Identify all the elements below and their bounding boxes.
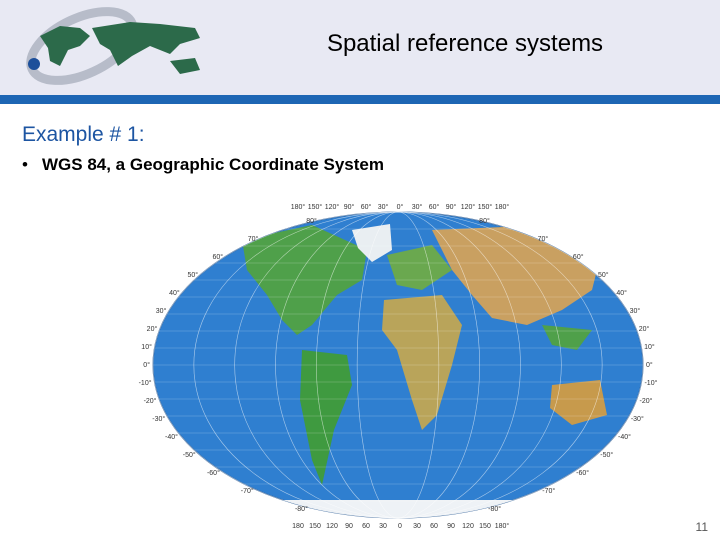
- slide-subtitle: Example # 1:: [22, 123, 145, 146]
- latitude-label: -30°: [631, 415, 644, 423]
- latitude-label: 20°: [147, 325, 158, 333]
- longitude-label: 150°: [308, 203, 323, 211]
- world-map: 180° 150° 120° 90° 60° 30° 0° 30° 60° 90° 120° 150°…: [139, 203, 658, 530]
- latitude-label: -20°: [144, 397, 157, 405]
- longitude-label: 0: [398, 523, 402, 530]
- latitude-label: -60°: [576, 469, 589, 477]
- latitude-label: 60°: [212, 253, 223, 261]
- top-longitude-labels: 180° 150° 120° 90° 60° 30° 0° 30° 60° 90° 120° 150°…: [291, 203, 510, 211]
- latitude-label: -10°: [139, 379, 152, 387]
- latitude-label: -10°: [644, 379, 657, 387]
- longitude-label: 150°: [478, 203, 493, 211]
- header-divider-bar: [0, 95, 720, 104]
- bullet-text: WGS 84, a Geographic Coordinate System: [42, 155, 384, 174]
- longitude-label: 180: [292, 523, 304, 530]
- latitude-label: -80°: [295, 505, 308, 513]
- latitude-label: 0°: [646, 361, 653, 369]
- latitude-label: -70°: [542, 487, 555, 495]
- globe-logo: [26, 7, 200, 85]
- latitude-label: 0°: [143, 361, 150, 369]
- longitude-label: 30°: [412, 203, 423, 211]
- latitude-label: -40°: [618, 433, 631, 441]
- longitude-label: 180°: [291, 203, 306, 211]
- antarctica: [182, 500, 612, 518]
- longitude-label: 90: [345, 523, 353, 530]
- latitude-label: 50°: [187, 271, 198, 279]
- longitude-label: 120°: [325, 203, 340, 211]
- longitude-label: 120: [462, 523, 474, 530]
- longitude-label: 180°: [495, 522, 510, 530]
- longitude-label: 60°: [429, 203, 440, 211]
- latitude-label: 10°: [644, 343, 655, 351]
- latitude-label: 80°: [306, 217, 317, 225]
- latitude-label: -20°: [640, 397, 653, 405]
- longitude-label: 60°: [361, 203, 372, 211]
- latitude-label: -70°: [241, 487, 254, 495]
- bullet-dot: •: [22, 155, 28, 174]
- latitude-label: -60°: [207, 469, 220, 477]
- latitude-label: 50°: [598, 271, 609, 279]
- longitude-label: 90: [447, 523, 455, 530]
- latitude-label: 20°: [639, 325, 650, 333]
- longitude-label: 60: [362, 523, 370, 530]
- latitude-label: -40°: [165, 433, 178, 441]
- latitude-label: -80°: [488, 505, 501, 513]
- latitude-label: 30°: [630, 307, 641, 315]
- slide-title: Spatial reference systems: [326, 30, 604, 57]
- longitude-label: 90°: [446, 203, 457, 211]
- longitude-label: 60: [430, 523, 438, 530]
- longitude-label: 150: [479, 523, 491, 530]
- latitude-label: -50°: [183, 451, 196, 459]
- longitude-label: 0°: [397, 203, 404, 211]
- latitude-label: 40°: [169, 289, 180, 297]
- latitude-label: 60°: [573, 253, 584, 261]
- bottom-longitude-labels: 180 150 120 90 60 30 0 30 60 90 120 150 180°: [292, 522, 509, 530]
- latitude-label: 70°: [538, 235, 549, 243]
- latitude-label: 70°: [248, 235, 259, 243]
- latitude-label: -50°: [600, 451, 613, 459]
- latitude-label: 10°: [141, 343, 152, 351]
- longitude-label: 30: [413, 523, 421, 530]
- longitude-label: 30: [379, 523, 387, 530]
- bullet-item: • WGS 84, a Geographic Coordinate System: [22, 155, 384, 175]
- longitude-label: 30°: [378, 203, 389, 211]
- longitude-label: 150: [309, 523, 321, 530]
- longitude-label: 120°: [461, 203, 476, 211]
- latitude-label: 30°: [156, 307, 167, 315]
- longitude-label: 120: [326, 523, 338, 530]
- longitude-label: 90°: [344, 203, 355, 211]
- longitude-label: 180°: [495, 203, 510, 211]
- latitude-label: -30°: [152, 415, 165, 423]
- latitude-label: 80°: [479, 217, 490, 225]
- latitude-label: 40°: [616, 289, 627, 297]
- page-number: 11: [695, 520, 708, 534]
